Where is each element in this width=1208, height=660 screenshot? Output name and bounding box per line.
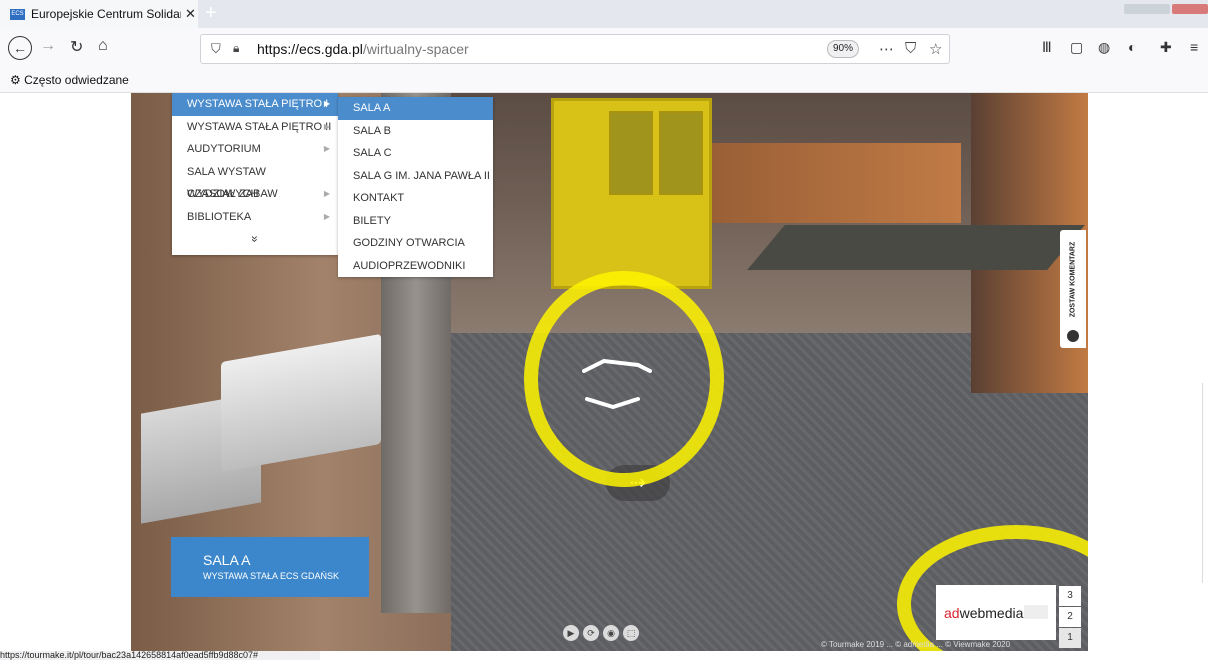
location-title: SALA A [203,552,251,568]
panorama-viewer[interactable]: ⇢ WYSTAWA STAŁA PIĘTRO I ▶ WYSTAWA STAŁA … [131,93,1088,651]
exhibit-table [747,225,1085,270]
chevron-right-icon: ▶ [323,99,330,108]
bookmark-star-icon[interactable]: ☆ [929,40,942,58]
highlight-circle [524,271,724,487]
logo-text: adwebmedia [944,605,1023,621]
browser-tab[interactable]: ECS Europejskie Centrum Solidarno ✕ [0,0,198,28]
tab-title: Europejskie Centrum Solidarno [31,7,181,21]
cage-window [609,111,653,195]
tour-menu: WYSTAWA STAŁA PIĘTRO I ▶ WYSTAWA STAŁA PI… [172,93,338,255]
location-label: SALA A WYSTAWA STAŁA ECS GDAŃSK [171,537,369,597]
extension-icon[interactable]: ◍ [1098,39,1110,56]
copyright-credits: © Tourmake 2019 ... © admedia ... © View… [821,640,1011,649]
page-actions-icon[interactable]: ⋯ [879,40,894,58]
submenu-item-contact[interactable]: KONTAKT [338,187,493,210]
gear-icon: ⚙ [10,73,21,87]
play-icon[interactable]: ▶ [563,625,579,641]
lock-icon[interactable]: 🔒︎ [233,41,239,56]
bookmarks-bar: ⚙ Często odwiedzane [0,68,1208,93]
background-wall [711,143,961,223]
menu-item-label: WYSTAWA STAŁA PIĘTRO II [187,120,332,133]
chevron-right-icon: ▶ [323,144,330,153]
submenu-item-sala-a[interactable]: SALA A [338,97,493,120]
page-scrollbar[interactable] [1202,383,1208,583]
viewer-controls: ▶ ⟳ ◉ ⬚ [563,623,643,641]
bookmark-label: Często odwiedzane [24,73,129,87]
submenu-item-sala-b[interactable]: SALA B [338,120,493,143]
floor-selector: 3 2 1 [1059,586,1081,649]
floor-button-1[interactable]: 1 [1059,628,1081,648]
url-text[interactable]: https://ecs.gda.pl/wirtualny-spacer [257,41,469,57]
leave-comment-tab[interactable]: ZOSTAW KOMENTARZ [1060,230,1086,348]
chevron-right-icon: ▶ [323,121,330,131]
view-icon[interactable]: ◉ [603,625,619,641]
forward-icon[interactable]: → [40,37,56,55]
navigation-bar: ← → ↻ ⌂ ⛉ 🔒︎ https://ecs.gda.pl/wirtualn… [0,28,1208,68]
chevron-right-icon: ▶ [323,189,330,198]
yellow-cage [551,98,712,289]
submenu-item-sala-g[interactable]: SALA G IM. JANA PAWŁA II [338,165,493,188]
reload-icon[interactable]: ↻ [70,37,83,57]
submenu-item-audio-guides[interactable]: AUDIOPRZEWODNIKI [338,255,493,278]
location-subtitle: WYSTAWA STAŁA ECS GDAŃSK [203,571,340,581]
floor-button-3[interactable]: 3 [1059,586,1081,606]
url-path: /wirtualny-spacer [362,41,469,57]
menu-icon[interactable]: ≡ [1190,39,1198,55]
logo-prefix: ad [944,605,960,621]
zoom-level-badge[interactable]: 90% [827,40,859,58]
menu-item-label: WYSTAWA STAŁA PIĘTRO I [187,98,329,110]
gift-icon[interactable]: ✚ [1160,39,1172,56]
back-icon[interactable]: ← [8,36,32,60]
status-bar-url: https://tourmake.it/pl/tour/bac23a142658… [0,651,320,660]
home-icon[interactable]: ⌂ [98,37,108,55]
new-tab-icon[interactable]: + [205,3,223,23]
window-controls[interactable] [1124,4,1170,14]
url-bar[interactable]: ⛉ 🔒︎ https://ecs.gda.pl/wirtualny-spacer… [200,34,950,64]
fullscreen-icon[interactable]: ⬚ [623,625,639,641]
extension2-icon[interactable]: ◐ [1128,39,1136,55]
ecs-favicon-icon: ECS [10,8,25,20]
bookmark-most-visited[interactable]: ⚙ Często odwiedzane [10,73,129,87]
tour-submenu: SALA A SALA B SALA C SALA G IM. JANA PAW… [338,97,493,277]
url-domain: https://ecs.gda.pl [257,41,363,57]
comment-label: ZOSTAW KOMENTARZ [1069,241,1077,318]
pocket-icon[interactable]: ⛉ [905,40,916,57]
cage-window [659,111,703,195]
window-close-button[interactable] [1172,4,1208,14]
menu-item-floor-1[interactable]: WYSTAWA STAŁA PIĘTRO I ▶ [172,93,338,116]
floor-button-2[interactable]: 2 [1059,607,1081,627]
more-items-icon[interactable]: » [244,156,266,322]
comment-icon [1067,330,1079,342]
sidebar-icon[interactable]: ▢ [1070,39,1083,56]
chevron-right-icon: ▶ [323,211,330,221]
submenu-item-opening-hours[interactable]: GODZINY OTWARCIA [338,232,493,255]
close-tab-icon[interactable]: ✕ [185,6,196,22]
menu-item-label: BIBLIOTEKA [187,210,252,223]
library-icon[interactable]: Ⅲ [1042,39,1052,56]
tab-strip: ECS Europejskie Centrum Solidarno ✕ + [0,0,1208,28]
menu-item-label: AUDYTORIUM [187,143,261,155]
rotate-icon[interactable]: ⟳ [583,625,599,641]
logo-tagline-block [1024,605,1048,619]
page-content: ⇢ WYSTAWA STAŁA PIĘTRO I ▶ WYSTAWA STAŁA … [0,93,1208,651]
logo-brand: webmedia [959,605,1024,621]
submenu-item-sala-c[interactable]: SALA C [338,142,493,165]
submenu-item-tickets[interactable]: BILETY [338,210,493,233]
tracking-shield-icon[interactable]: ⛉ [211,41,221,57]
menu-item-floor-2[interactable]: WYSTAWA STAŁA PIĘTRO II ▶ [172,116,338,139]
adwebmedia-logo[interactable]: adwebmedia [936,585,1056,640]
